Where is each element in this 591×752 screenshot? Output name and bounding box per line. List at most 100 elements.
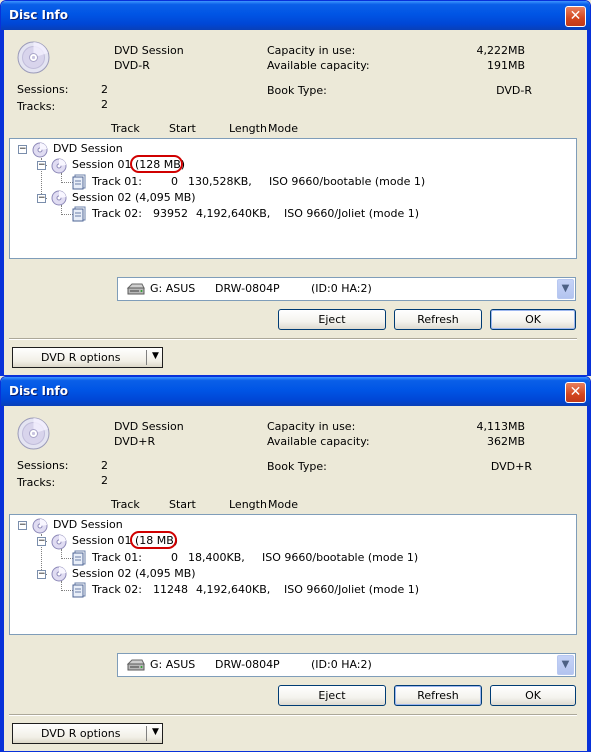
track-02-label[interactable]: Track 02: [92,207,142,220]
disc-type: DVD Session [114,44,184,57]
tracks-value: 2 [101,474,108,487]
disc-icon [32,518,48,534]
dropdown-arrow-icon[interactable]: ▼ [152,351,159,361]
drive-letter: G: ASUS [150,658,196,671]
column-header-mode: Mode [268,498,298,511]
track-icon [72,550,86,566]
track-02-start: 11248 [153,583,188,596]
chevron-down-icon[interactable]: ▼ [557,279,574,299]
dvd-r-options-button[interactable]: DVD R options ▼ [12,723,163,744]
drive-id: (ID:0 HA:2) [311,658,372,671]
track-01-length: 130,528KB, [188,175,252,188]
tree-item-root[interactable]: DVD Session [53,142,123,155]
track-02-length: 4,192,640KB, [196,583,271,596]
sessions-value: 2 [101,459,108,472]
capacity-in-use-value: 4,113MB [476,420,525,433]
collapse-toggle[interactable]: − [37,194,46,203]
track-01-length: 18,400KB, [188,551,245,564]
collapse-toggle[interactable]: − [37,161,46,170]
drive-icon [126,283,145,295]
eject-button[interactable]: Eject [278,685,386,706]
disc-info-window-dvd-plus-r: Disc Info ✕ DVD Session DVD+R Capacity i… [0,376,591,752]
disc-icon [51,190,67,206]
options-label: DVD R options [41,727,121,740]
track-02-mode: ISO 9660/Joliet (mode 1) [284,207,420,220]
media-type: DVD+R [114,435,156,448]
collapse-toggle[interactable]: − [37,570,46,579]
chevron-down-icon[interactable]: ▼ [557,655,574,675]
disc-info-window-dvd-r: Disc Info ✕ DVD Session DVD-R Capacity i… [0,0,591,376]
window-title: Disc Info [9,8,68,22]
book-type-value: DVD-R [496,84,532,97]
capacity-in-use-value: 4,222MB [476,44,525,57]
drive-model: DRW-0804P [215,282,280,295]
disc-icon [51,158,67,174]
window-frame-right [587,406,590,751]
ok-button[interactable]: OK [490,685,576,706]
collapse-toggle[interactable]: − [18,145,27,154]
window-frame-left [1,30,4,375]
divider [9,714,577,716]
capacity-in-use-label: Capacity in use: [267,420,356,433]
track-01-label[interactable]: Track 01: [92,551,142,564]
tree-item-session-02[interactable]: Session 02 (4,095 MB) [72,567,196,580]
column-header-start: Start [169,498,196,511]
tracks-label: Tracks: [17,100,56,113]
track-02-start: 93952 [153,207,188,220]
sessions-label: Sessions: [17,83,69,96]
track-01-mode: ISO 9660/bootable (mode 1) [269,175,426,188]
track-02-label[interactable]: Track 02: [92,583,142,596]
available-capacity-value: 362MB [486,435,525,448]
track-01-start: 0 [171,175,178,188]
disc-icon [32,142,48,158]
title-bar[interactable]: Disc Info ✕ [1,377,590,406]
track-icon [72,206,86,222]
drive-select[interactable]: G: ASUS DRW-0804P (ID:0 HA:2) ▼ [117,277,576,301]
eject-button[interactable]: Eject [278,309,386,330]
ok-button[interactable]: OK [490,309,576,330]
book-type-label: Book Type: [267,460,327,473]
available-capacity-label: Available capacity: [267,435,370,448]
dvd-r-options-button[interactable]: DVD R options ▼ [12,347,163,368]
drive-select[interactable]: G: ASUS DRW-0804P (ID:0 HA:2) ▼ [117,653,576,677]
drive-model: DRW-0804P [215,658,280,671]
close-button[interactable]: ✕ [565,382,586,403]
column-header-track: Track [111,498,140,511]
track-icon [72,582,86,598]
column-header-track: Track [111,122,140,135]
refresh-button[interactable]: Refresh [394,309,482,330]
sessions-label: Sessions: [17,459,69,472]
available-capacity-label: Available capacity: [267,59,370,72]
session-name: Session 01 [72,534,135,547]
close-button[interactable]: ✕ [565,6,586,27]
drive-icon [126,659,145,671]
drive-id: (ID:0 HA:2) [311,282,372,295]
title-bar[interactable]: Disc Info ✕ [1,1,590,30]
dropdown-arrow-icon[interactable]: ▼ [152,727,159,737]
column-header-start: Start [169,122,196,135]
options-label: DVD R options [41,351,121,364]
media-type: DVD-R [114,59,150,72]
track-01-start: 0 [171,551,178,564]
track-01-mode: ISO 9660/bootable (mode 1) [262,551,419,564]
sessions-value: 2 [101,83,108,96]
refresh-button[interactable]: Refresh [394,685,482,706]
disc-icon [17,41,50,74]
disc-type: DVD Session [114,420,184,433]
collapse-toggle[interactable]: − [37,537,46,546]
divider [9,338,577,340]
window-title: Disc Info [9,384,68,398]
track-02-mode: ISO 9660/Joliet (mode 1) [284,583,420,596]
tree-item-root[interactable]: DVD Session [53,518,123,531]
highlight-circle [130,155,183,173]
disc-icon [51,534,67,550]
column-header-length: Length [229,498,267,511]
session-tree[interactable]: − DVD Session − Session 01 (128 MB) Trac… [9,138,577,259]
split-divider [146,726,147,741]
session-tree[interactable]: − DVD Session − Session 01 (18 MB) Track… [9,514,577,635]
collapse-toggle[interactable]: − [18,521,27,530]
tree-item-session-02[interactable]: Session 02 (4,095 MB) [72,191,196,204]
track-01-label[interactable]: Track 01: [92,175,142,188]
tracks-value: 2 [101,98,108,111]
window-frame-right [587,30,590,375]
